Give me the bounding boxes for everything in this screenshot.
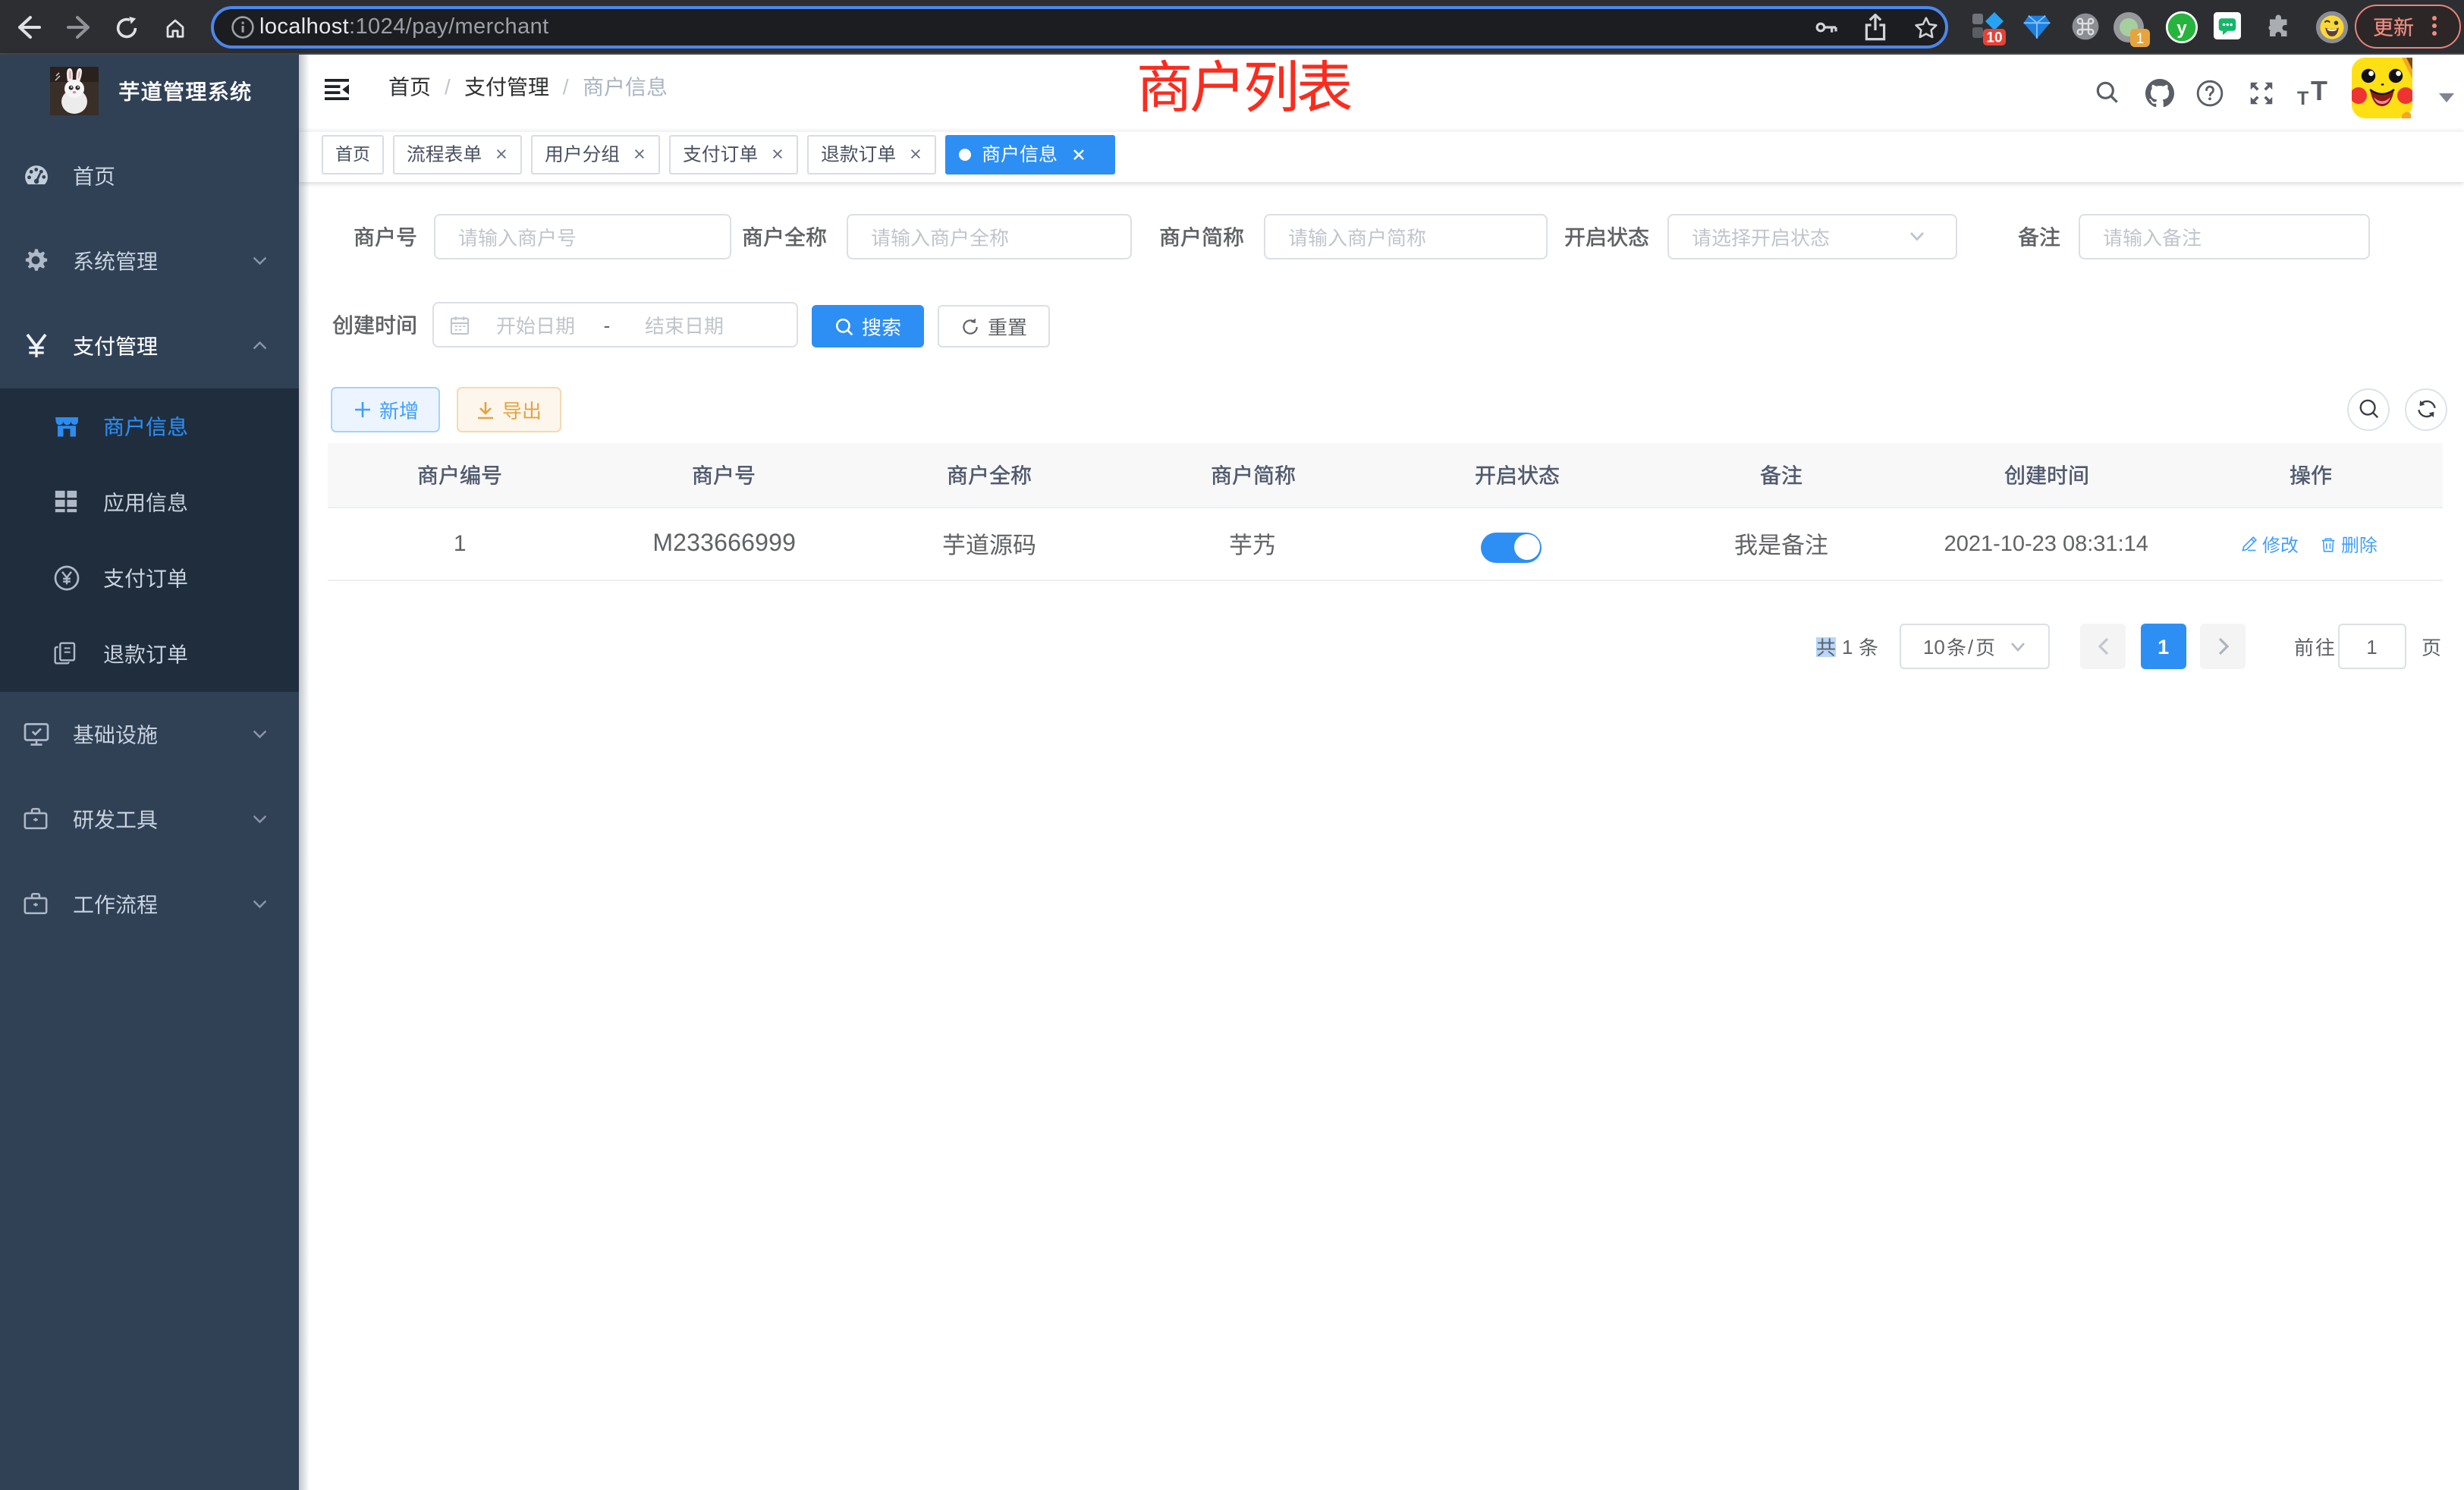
svg-text:y: y (2176, 18, 2187, 39)
svg-text:10: 10 (1986, 30, 2002, 46)
svg-text:1: 1 (2136, 31, 2145, 47)
